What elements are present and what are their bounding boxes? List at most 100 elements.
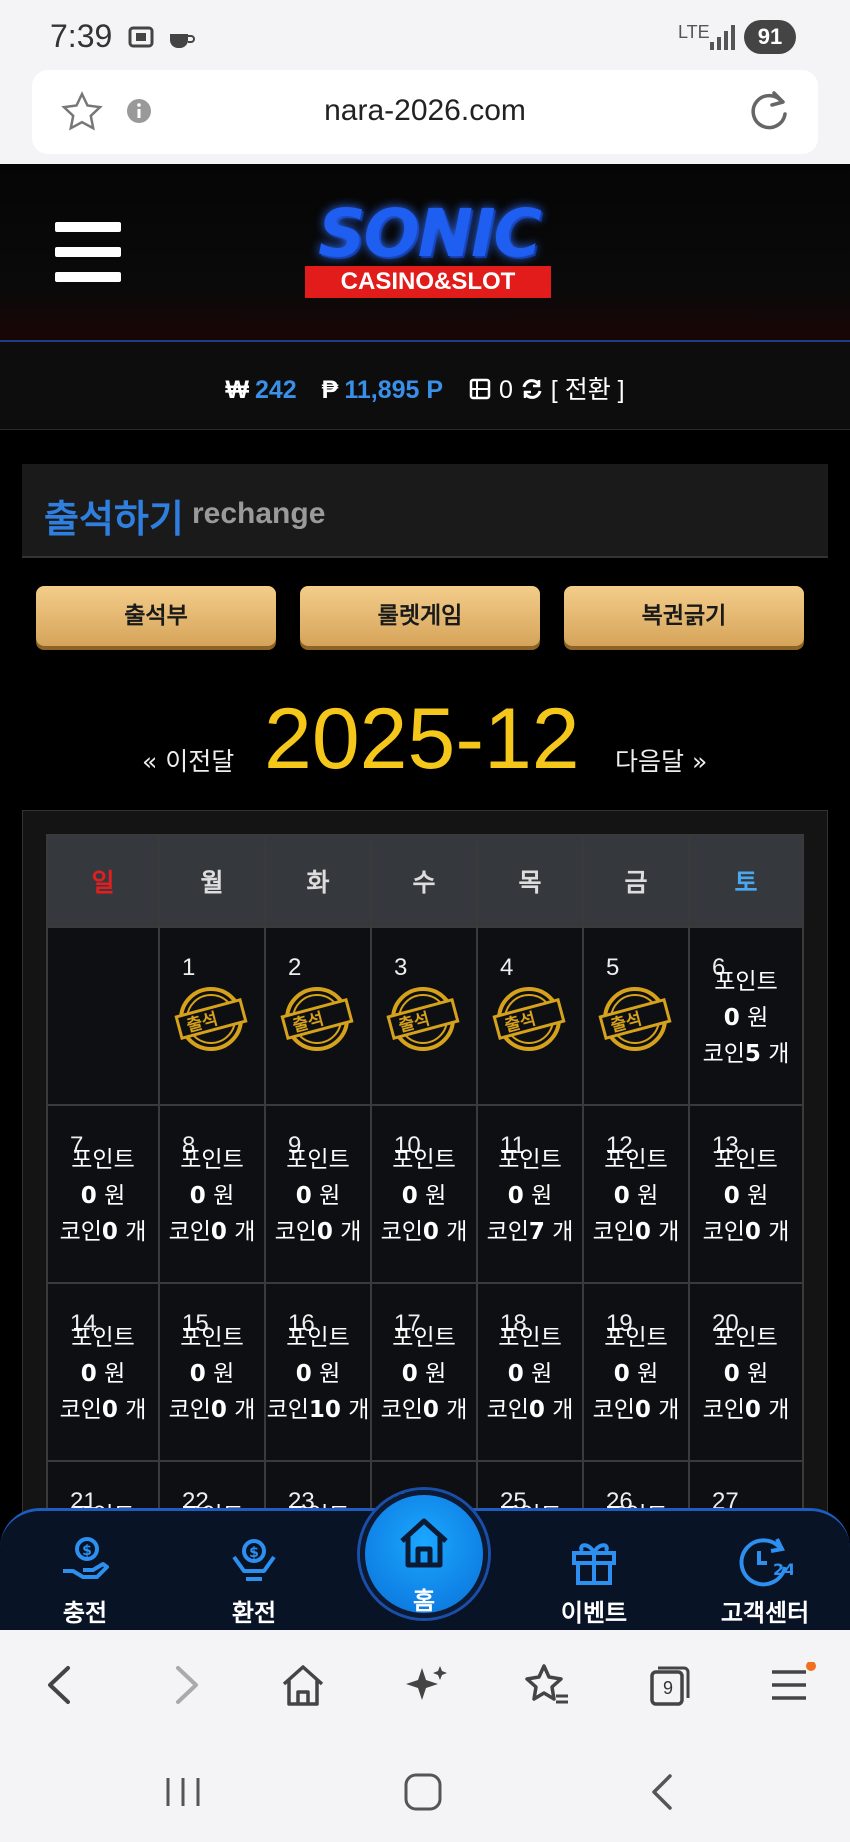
count-unit: 개: [768, 1041, 790, 1067]
menu-icon[interactable]: [766, 1662, 816, 1708]
refresh-icon[interactable]: [520, 377, 544, 401]
sparkle-icon[interactable]: [400, 1662, 450, 1708]
tabs-button[interactable]: 9: [644, 1662, 694, 1708]
nav-deposit[interactable]: $ 충전: [25, 1521, 145, 1631]
coin-label: 코인: [702, 1041, 745, 1067]
menu-hamburger-icon[interactable]: [55, 222, 121, 282]
calendar-day-cell[interactable]: 2 출석: [264, 926, 372, 1106]
tab-attendance[interactable]: 출석부: [36, 586, 276, 646]
nav-customer-center[interactable]: 24 고객센터: [705, 1521, 825, 1631]
coin-amount: 0: [101, 1397, 118, 1423]
tab-roulette[interactable]: 룰렛게임: [300, 586, 540, 646]
coin-label: 코인: [702, 1219, 745, 1245]
day-reward-info: 포인트0 원코인0 개: [48, 1142, 158, 1250]
reload-icon[interactable]: [746, 88, 792, 134]
calendar-day-cell[interactable]: 6 포인트 0 원 코인5 개: [688, 926, 804, 1106]
day-number: 3: [394, 954, 408, 981]
coin-amount: 0: [528, 1397, 545, 1423]
calendar-day-cell[interactable]: 11 포인트 0 원 코인7 개: [476, 1104, 584, 1284]
recent-apps-icon[interactable]: [160, 1772, 206, 1812]
calendar-week-row: 1 출석 2 출석 3 출석 4 출석 5 출석 6 포인트 0 원 코인5 개: [46, 926, 804, 1106]
day-reward-info: 포인트0 원코인0 개: [584, 1320, 688, 1428]
forward-icon[interactable]: [160, 1662, 210, 1708]
home-browser-icon[interactable]: [278, 1662, 328, 1708]
network-label: LTE: [678, 22, 710, 42]
point-amount: 0: [401, 1361, 418, 1387]
coin-label: 코인: [592, 1219, 635, 1245]
page-subtitle: rechange: [192, 497, 326, 530]
won-unit: 원: [425, 1183, 447, 1209]
won-unit: 원: [747, 1005, 769, 1031]
calendar-day-cell[interactable]: 13 포인트 0 원 코인0 개: [688, 1104, 804, 1284]
page-title: 출석하기: [44, 497, 184, 541]
coin-label: 코인: [266, 1397, 309, 1423]
calendar-day-cell[interactable]: [46, 926, 160, 1106]
won-unit: 원: [637, 1361, 659, 1387]
calendar-day-cell[interactable]: 12 포인트 0 원 코인0 개: [582, 1104, 690, 1284]
calendar-day-cell[interactable]: 5 출석: [582, 926, 690, 1106]
bookmarks-icon[interactable]: [522, 1662, 572, 1708]
point-label: 포인트: [392, 1325, 456, 1351]
next-month-link[interactable]: 다음달 »: [615, 742, 707, 778]
won-balance: 242: [255, 376, 297, 404]
coin-amount: 10: [308, 1397, 341, 1423]
nav-exchange[interactable]: $ 환전: [194, 1521, 314, 1631]
calendar-day-cell[interactable]: 15 포인트 0 원 코인0 개: [158, 1282, 266, 1462]
url-text[interactable]: nara-2026.com: [32, 94, 818, 128]
weekday-header: 수: [370, 834, 478, 928]
coin-amount: 0: [634, 1219, 651, 1245]
calendar-day-cell[interactable]: 16 포인트 0 원 코인10 개: [264, 1282, 372, 1462]
calendar-day-cell[interactable]: 10 포인트 0 원 코인0 개: [370, 1104, 478, 1284]
calendar-day-cell[interactable]: 14 포인트 0 원 코인0 개: [46, 1282, 160, 1462]
coin-amount: 7: [528, 1219, 545, 1245]
won-unit: 원: [104, 1361, 126, 1387]
deposit-icon: $: [63, 1537, 109, 1579]
calendar-day-cell[interactable]: 3 출석: [370, 926, 478, 1106]
nav-event[interactable]: 이벤트: [534, 1521, 654, 1631]
weekday-header: 금: [582, 834, 690, 928]
prev-month-link[interactable]: « 이전달: [142, 742, 234, 778]
won-unit: 원: [531, 1361, 553, 1387]
won-unit: 원: [531, 1183, 553, 1209]
point-label: 포인트: [604, 1325, 668, 1351]
calendar-day-cell[interactable]: 4 출석: [476, 926, 584, 1106]
back-icon[interactable]: [36, 1662, 86, 1708]
tab-count: 9: [662, 1678, 673, 1698]
battery-indicator: 91: [744, 20, 796, 54]
attendance-calendar: 일 월 화 수 목 금 토 1 출석 2 출석 3 출석 4 출석 5 출석 6 포인트 0 원 코인5 …: [22, 810, 828, 1640]
coin-amount: 0: [210, 1397, 227, 1423]
day-reward-info: 포인트0 원코인0 개: [48, 1320, 158, 1428]
calendar-day-cell[interactable]: 8 포인트 0 원 코인0 개: [158, 1104, 266, 1284]
site-header: SONIC CASINO&SLOT: [0, 164, 850, 342]
calendar-day-cell[interactable]: 7 포인트 0 원 코인0 개: [46, 1104, 160, 1284]
calendar-day-cell[interactable]: 18 포인트 0 원 코인0 개: [476, 1282, 584, 1462]
calendar-day-cell[interactable]: 20 포인트 0 원 코인0 개: [688, 1282, 804, 1462]
point-amount: 0: [613, 1361, 630, 1387]
day-reward-info: 포인트 0 원 코인7 개: [478, 1142, 582, 1250]
system-home-icon[interactable]: [400, 1772, 446, 1812]
system-back-icon[interactable]: [640, 1772, 686, 1812]
logo-subtitle: CASINO&SLOT: [305, 266, 551, 298]
nav-home-button[interactable]: 홈: [360, 1490, 488, 1618]
day-number: 4: [500, 954, 514, 981]
calendar-day-cell[interactable]: 9 포인트 0 원 코인0 개: [264, 1104, 372, 1284]
point-balance: 11,895 P: [344, 376, 444, 404]
address-bar[interactable]: nara-2026.com: [32, 70, 818, 154]
count-unit: 개: [552, 1219, 574, 1245]
calendar-day-cell[interactable]: 17 포인트 0 원 코인0 개: [370, 1282, 478, 1462]
day-reward-info: 포인트0 원코인0 개: [160, 1320, 264, 1428]
day-reward-info: 포인트0 원코인0 개: [690, 1142, 802, 1250]
calendar-day-cell[interactable]: 19 포인트 0 원 코인0 개: [582, 1282, 690, 1462]
site-logo[interactable]: SONIC CASINO&SLOT: [283, 200, 573, 310]
calendar-day-cell[interactable]: 1 출석: [158, 926, 266, 1106]
count-unit: 개: [552, 1397, 574, 1423]
day-reward-info: 포인트0 원코인0 개: [160, 1142, 264, 1250]
won-unit: 원: [213, 1183, 235, 1209]
won-unit: 원: [747, 1183, 769, 1209]
coin-label: 코인: [592, 1397, 635, 1423]
coin-label: 코인: [380, 1397, 423, 1423]
convert-button[interactable]: [ 전환 ]: [551, 376, 625, 404]
tab-scratch-lottery[interactable]: 복권긁기: [564, 586, 804, 646]
status-bar: 7:39 LTE 91: [0, 0, 850, 72]
point-label: 포인트: [498, 1325, 562, 1351]
